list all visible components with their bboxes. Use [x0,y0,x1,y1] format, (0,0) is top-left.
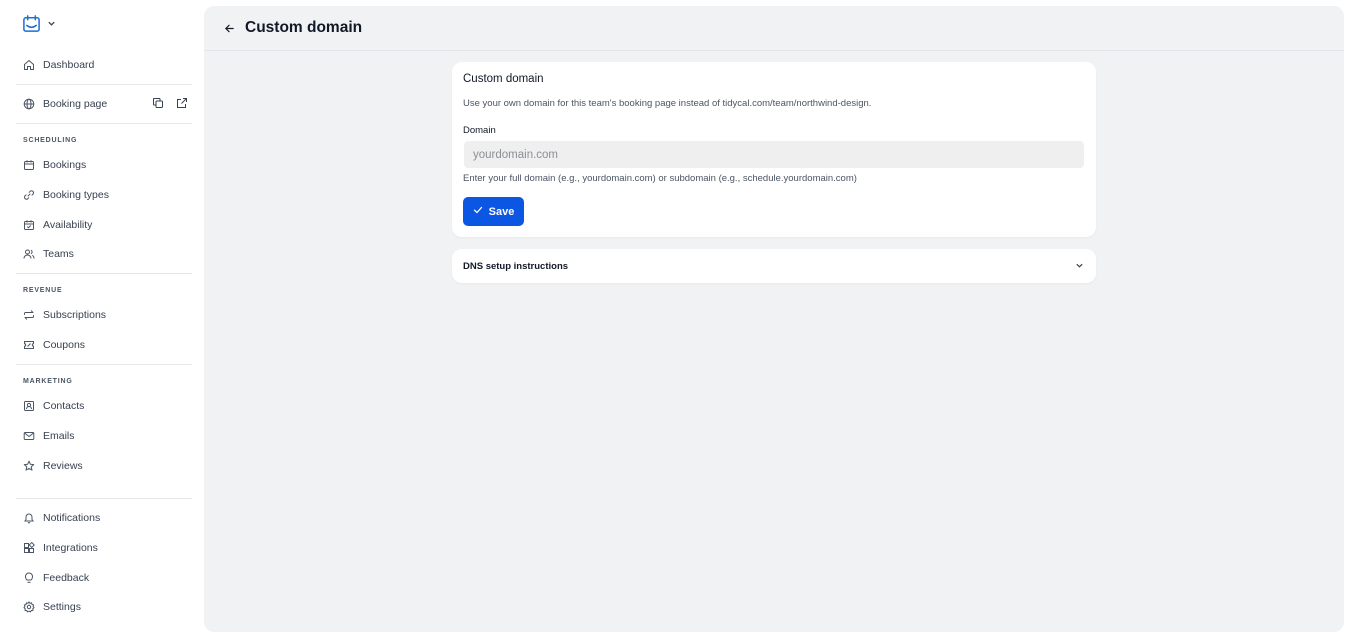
integrations-icon [23,542,35,554]
main-panel: Custom domain Custom domain Use your own… [204,6,1344,632]
globe-icon [23,98,35,110]
divider [16,364,192,365]
sidebar-item-integrations[interactable]: Integrations [16,535,192,561]
sidebar-item-label: Booking types [43,189,109,201]
sidebar-item-reviews[interactable]: Reviews [16,453,192,479]
gear-icon [23,601,35,613]
sidebar-item-label: Integrations [43,542,98,554]
sidebar-item-label: Contacts [43,400,85,412]
save-button-label: Save [488,205,515,218]
section-label-marketing: MARKETING [23,378,73,385]
sidebar-item-label: Reviews [43,460,83,472]
card-description: Use your own domain for this team's book… [463,98,872,109]
sidebar-item-dashboard[interactable]: Dashboard [16,52,192,78]
sidebar-item-label: Availability [43,219,93,231]
ticket-icon [23,339,35,351]
sidebar-item-label: Emails [43,430,75,442]
divider [16,123,192,124]
dns-instructions-label: DNS setup instructions [463,260,569,272]
sidebar-item-coupons[interactable]: Coupons [16,332,192,358]
sidebar-item-subscriptions[interactable]: Subscriptions [16,302,192,328]
home-icon [23,59,35,71]
dns-instructions-accordion[interactable]: DNS setup instructions [452,249,1096,283]
sidebar-item-bookings[interactable]: Bookings [16,152,192,178]
chevron-down-icon [47,19,56,28]
sidebar-item-label: Subscriptions [43,309,107,321]
sidebar-item-availability[interactable]: Availability [16,212,192,238]
mail-icon [23,430,35,442]
custom-domain-card: Custom domain Use your own domain for th… [452,62,1096,237]
page-title: Custom domain [245,19,363,36]
sidebar-item-label: Booking page [43,98,108,110]
chevron-down-icon [1075,257,1084,275]
sidebar-item-teams[interactable]: Teams [16,241,192,267]
repeat-icon [23,309,35,321]
check-icon [473,205,483,218]
users-icon [23,248,35,260]
card-title: Custom domain [463,73,544,85]
contact-icon [23,400,35,412]
sidebar-item-contacts[interactable]: Contacts [16,393,192,419]
sidebar-item-label: Coupons [43,339,86,351]
divider [16,273,192,274]
copy-icon[interactable] [152,97,164,109]
save-button[interactable]: Save [463,197,524,226]
sidebar-item-label: Dashboard [43,59,95,71]
domain-helper-text: Enter your full domain (e.g., yourdomain… [463,173,857,184]
sidebar-item-emails[interactable]: Emails [16,423,192,449]
sidebar-item-booking-types[interactable]: Booking types [16,182,192,208]
workspace-switcher[interactable] [22,14,56,33]
section-label-scheduling: SCHEDULING [23,137,78,144]
page-header: Custom domain [204,6,1344,51]
domain-field-label: Domain [463,125,496,136]
sidebar-item-booking-page[interactable]: Booking page [16,91,192,117]
star-icon [23,460,35,472]
sidebar-item-label: Notifications [43,512,101,524]
lightbulb-icon [23,572,35,584]
link-icon [23,189,35,201]
sidebar-item-label: Bookings [43,159,87,171]
external-link-icon[interactable] [176,97,188,109]
logo-icon [22,14,41,33]
section-label-revenue: REVENUE [23,287,63,294]
divider [16,84,192,85]
sidebar-item-label: Feedback [43,572,90,584]
back-arrow-icon[interactable] [222,21,236,35]
sidebar-item-label: Teams [43,248,74,260]
calendar-check-icon [23,219,35,231]
sidebar-item-label: Settings [43,601,81,613]
sidebar-item-notifications[interactable]: Notifications [16,505,192,531]
sidebar-item-feedback[interactable]: Feedback [16,565,192,591]
domain-input[interactable] [464,141,1084,168]
calendar-icon [23,159,35,171]
bell-icon [23,512,35,524]
sidebar-item-settings[interactable]: Settings [16,594,192,620]
sidebar: Dashboard Booking page SCHEDULING Bookin… [0,0,204,638]
divider [16,498,192,499]
